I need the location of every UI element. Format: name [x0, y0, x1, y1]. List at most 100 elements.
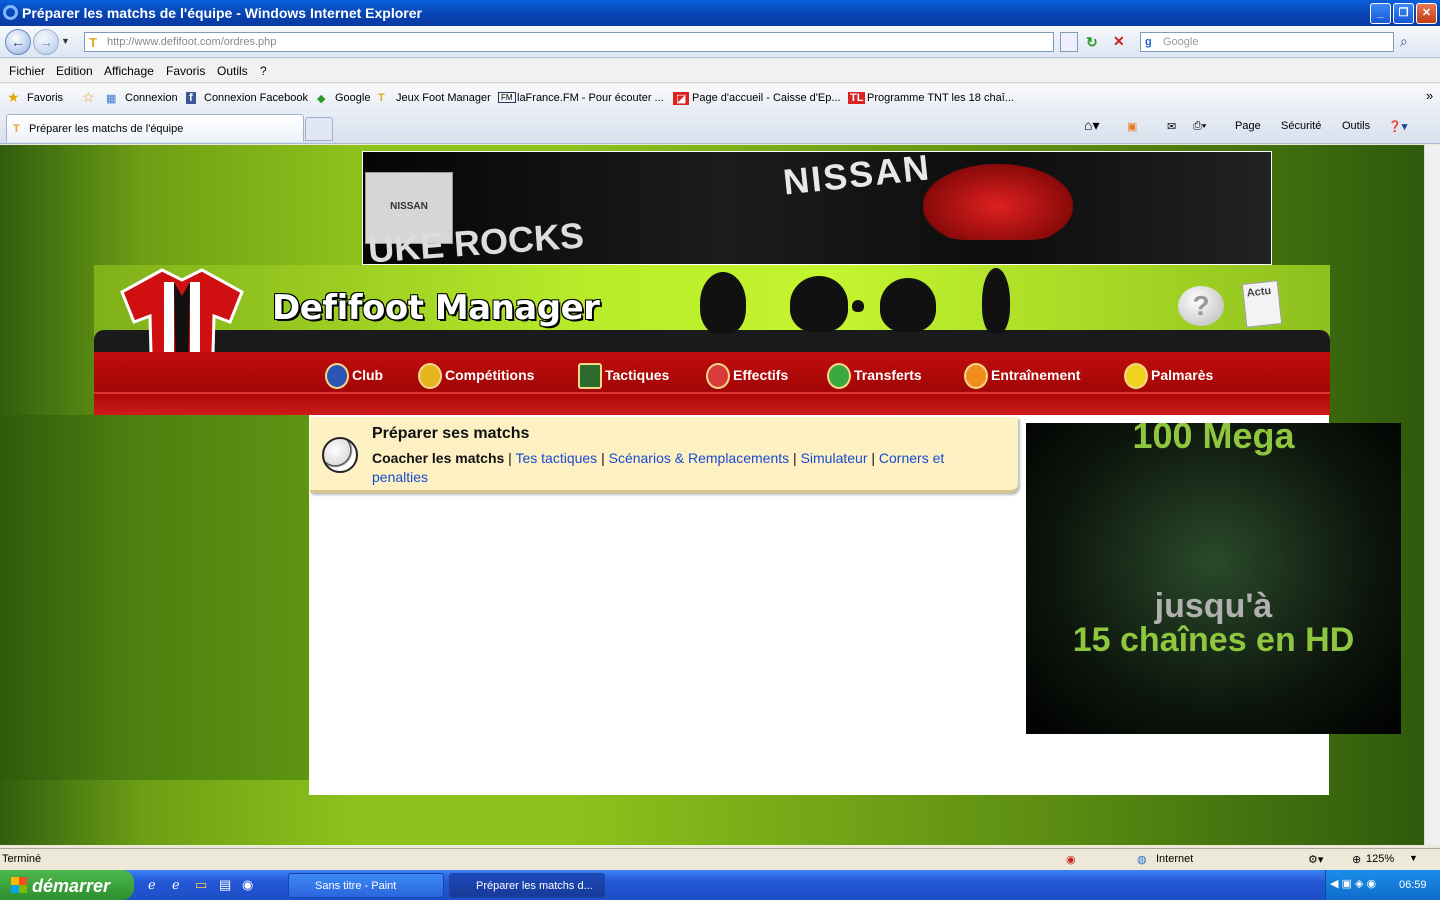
menu-fichier[interactable]: Fichier — [9, 64, 45, 78]
securite-menu[interactable]: Sécurité — [1281, 120, 1321, 132]
subnav-title: Préparer ses matchs — [372, 425, 530, 442]
search-input[interactable]: g Google — [1140, 32, 1394, 52]
close-button[interactable]: ✕ — [1416, 3, 1437, 24]
mail-icon[interactable]: ✉ — [1167, 120, 1176, 133]
quicklaunch-notepad-icon[interactable]: ▤ — [219, 877, 231, 893]
new-tab-button[interactable] — [305, 117, 333, 141]
status-bar: Terminé ◉ ◍ Internet ⚙▾ ⊕ 125% ▼ — [0, 848, 1440, 870]
more-favorites-icon[interactable]: » — [1426, 88, 1433, 103]
player-silhouette-icon — [790, 276, 848, 332]
side-ad[interactable]: 100 Mega jusqu'à 15 chaînes en HD — [1026, 423, 1401, 734]
fav-connexion[interactable]: Connexion — [125, 92, 178, 104]
home-icon[interactable]: ⌂▾ — [1084, 117, 1099, 134]
start-label: démarrer — [32, 876, 111, 896]
actu-newspaper-icon[interactable]: Actu — [1241, 280, 1283, 328]
stop-icon[interactable]: ✕ — [1113, 33, 1125, 50]
nav-transferts[interactable]: Transferts — [827, 360, 922, 390]
nissan-banner-ad[interactable]: NISSAN NISSAN UKE ROCKS — [362, 151, 1272, 265]
fav-programme-tnt[interactable]: Programme TNT les 18 chaî... — [867, 92, 1014, 104]
soccer-ball-icon — [322, 437, 358, 473]
google-icon: g — [1145, 36, 1152, 48]
search-go-icon[interactable]: ⌕ — [1400, 33, 1408, 50]
car-image — [923, 164, 1073, 240]
forward-button[interactable]: → — [33, 29, 59, 55]
link-scenarios-remplacements[interactable]: Scénarios & Remplacements — [609, 450, 790, 466]
fav-lafrance-fm[interactable]: laFrance.FM - Pour écouter ... — [517, 92, 664, 104]
help-question-icon[interactable]: ? — [1178, 286, 1224, 326]
banner-brand: NISSAN — [781, 151, 933, 203]
windows-icon: ▦ — [106, 93, 117, 105]
minimize-button[interactable]: _ — [1370, 3, 1391, 24]
nav-divider — [94, 392, 1330, 394]
transfer-icon — [827, 363, 851, 390]
fav-caisse-epargne[interactable]: Page d'accueil - Caisse d'Ep... — [692, 92, 841, 104]
nav-tactiques[interactable]: Tactiques — [578, 360, 669, 390]
ad-line-3: 15 chaînes en HD — [1072, 621, 1355, 659]
vertical-scrollbar[interactable] — [1424, 145, 1440, 845]
refresh-icon[interactable]: ↻ — [1086, 34, 1098, 51]
zoom-level[interactable]: 125% — [1366, 853, 1394, 865]
ad-headline: 100 Mega — [1132, 423, 1295, 456]
nav-effectifs-label: Effectifs — [733, 367, 789, 383]
training-cone-icon — [964, 363, 988, 390]
favorites-button[interactable]: Favoris — [27, 92, 63, 104]
nav-club[interactable]: Club — [325, 360, 383, 390]
tab-active[interactable]: T Préparer les matchs de l'équipe — [6, 114, 304, 142]
link-simulateur[interactable]: Simulateur — [801, 450, 868, 466]
player-silhouette-icon — [700, 272, 746, 334]
medal-icon — [1124, 363, 1148, 390]
lafrance-fm-icon: FM — [498, 92, 516, 103]
subnav-links: Coacher les matchs | Tes tactiques | Scé… — [372, 450, 945, 485]
ie-logo-icon — [3, 5, 18, 20]
menu-favoris[interactable]: Favoris — [166, 64, 205, 78]
quicklaunch-media-icon[interactable]: ◉ — [242, 877, 253, 893]
defifoot-fav-icon: T — [378, 92, 385, 104]
tray-icons[interactable]: ◀ ▣ ◈ ◉ — [1330, 877, 1376, 890]
menu-help[interactable]: ? — [260, 64, 267, 78]
nav-transferts-label: Transferts — [854, 367, 922, 383]
nav-entrainement[interactable]: Entraînement — [964, 360, 1080, 390]
nav-competitions[interactable]: Compétitions — [418, 360, 534, 390]
protected-mode-icon[interactable]: ⚙▾ — [1308, 853, 1323, 866]
quicklaunch-ie-icon[interactable]: ℯ — [148, 877, 156, 893]
address-bar[interactable]: T http://www.defifoot.com/ordres.php — [84, 32, 1054, 52]
fav-google[interactable]: Google — [335, 92, 370, 104]
zoom-dropdown-icon[interactable]: ▼ — [1409, 853, 1418, 863]
site-logo-text[interactable]: Defifoot Manager — [272, 288, 600, 328]
zoom-icon: ⊕ — [1352, 854, 1362, 866]
feeds-icon[interactable]: ▣ — [1127, 120, 1137, 133]
maximize-button[interactable]: ❐ — [1393, 3, 1414, 24]
link-tes-tactiques[interactable]: Tes tactiques — [515, 450, 597, 466]
nav-palmares[interactable]: Palmarès — [1124, 360, 1213, 390]
ball-silhouette-icon — [852, 300, 864, 312]
tactics-board-icon — [578, 363, 602, 390]
menu-affichage[interactable]: Affichage — [104, 64, 154, 78]
history-dropdown-icon[interactable]: ▼ — [61, 36, 70, 46]
task-paint[interactable]: Sans titre - Paint — [288, 873, 444, 898]
fav-connexion-facebook[interactable]: Connexion Facebook — [204, 92, 308, 104]
tab-title: Préparer les matchs de l'équipe — [29, 123, 184, 135]
task-ie[interactable]: Préparer les matchs d... — [449, 873, 605, 898]
back-button[interactable]: ← — [5, 29, 31, 55]
player-icon — [706, 363, 730, 390]
taskbar — [0, 870, 1440, 900]
menu-edition[interactable]: Edition — [56, 64, 93, 78]
print-icon[interactable]: ⎙▾ — [1193, 120, 1206, 133]
outils-menu[interactable]: Outils — [1342, 120, 1370, 132]
site-favicon-icon: T — [89, 35, 97, 50]
menu-bar: Fichier Edition Affichage Favoris Outils… — [0, 59, 1440, 83]
compat-view-icon[interactable] — [1060, 32, 1078, 52]
help-icon[interactable]: ❓▾ — [1388, 120, 1407, 133]
quicklaunch-browser-icon[interactable]: ℯ — [172, 877, 180, 893]
quicklaunch-folder-icon[interactable]: ▭ — [195, 877, 207, 893]
page-menu[interactable]: Page — [1235, 120, 1261, 132]
window-titlebar[interactable]: Préparer les matchs de l'équipe - Window… — [0, 0, 1440, 26]
nav-effectifs[interactable]: Effectifs — [706, 360, 788, 390]
fav-jeux-foot-manager[interactable]: Jeux Foot Manager — [396, 92, 491, 104]
windows-logo-icon — [11, 877, 27, 893]
privacy-icon[interactable]: ◉ — [1066, 853, 1076, 866]
clock[interactable]: 06:59 — [1399, 879, 1427, 891]
add-favorite-icon[interactable]: ☆ — [82, 89, 95, 106]
menu-outils[interactable]: Outils — [217, 64, 248, 78]
nav-tactiques-label: Tactiques — [605, 367, 670, 383]
